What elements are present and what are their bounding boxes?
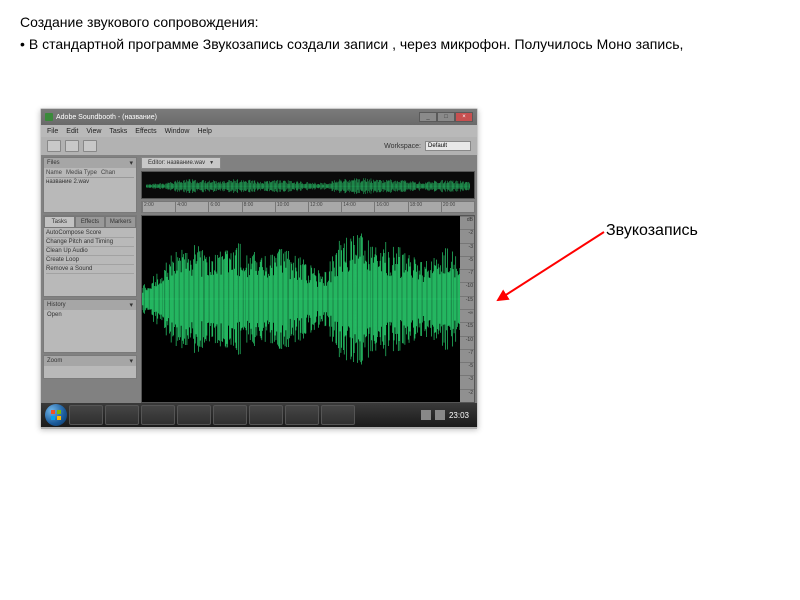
ruler-tick: 6:00 bbox=[208, 202, 241, 212]
db-tick: -3 bbox=[460, 243, 474, 256]
time-ruler[interactable]: 2:00 4:00 6:00 8:00 10:00 12:00 14:00 16… bbox=[141, 201, 475, 213]
app-title: Adobe Soundbooth - (название) bbox=[56, 114, 157, 121]
slide-body-text: В стандартной программе Звукозапись созд… bbox=[29, 34, 683, 54]
taskbar-item[interactable] bbox=[249, 405, 283, 425]
annotation-label: Звукозапись bbox=[606, 222, 698, 240]
menu-view[interactable]: View bbox=[86, 128, 101, 135]
panel-collapse-icon[interactable]: ▾ bbox=[129, 301, 133, 309]
db-tick: -5 bbox=[460, 362, 474, 375]
close-button[interactable]: × bbox=[455, 112, 473, 122]
panel-collapse-icon[interactable]: ▾ bbox=[129, 357, 133, 365]
menu-tasks[interactable]: Tasks bbox=[109, 128, 127, 135]
db-tick: -2 bbox=[460, 389, 474, 402]
list-item[interactable]: Create Loop bbox=[46, 256, 134, 265]
menubar: File Edit View Tasks Effects Window Help bbox=[41, 125, 477, 137]
files-col-name[interactable]: Name bbox=[46, 170, 62, 176]
workspace-label: Workspace: bbox=[384, 143, 421, 150]
tab-markers[interactable]: Markers bbox=[105, 216, 136, 228]
menu-edit[interactable]: Edit bbox=[66, 128, 78, 135]
panel-collapse-icon[interactable]: ▾ bbox=[129, 159, 133, 167]
menu-effects[interactable]: Effects bbox=[135, 128, 156, 135]
tray-icon[interactable] bbox=[435, 410, 445, 420]
tray-icon[interactable] bbox=[421, 410, 431, 420]
tab-effects[interactable]: Effects bbox=[75, 216, 106, 228]
taskbar-item[interactable] bbox=[69, 405, 103, 425]
ruler-tick: 4:00 bbox=[175, 202, 208, 212]
editor-tab-label: Editor: название.wav bbox=[148, 160, 205, 166]
overview-wave-svg bbox=[146, 176, 470, 196]
ruler-tick: 20:00 bbox=[441, 202, 474, 212]
workspace-selector[interactable]: Default bbox=[425, 141, 471, 151]
list-item[interactable]: Change Pitch and Timing bbox=[46, 238, 134, 247]
db-scale: dB -2 -3 -5 -7 -10 -15 -∞ -15 -10 -7 -5 … bbox=[460, 216, 474, 402]
db-tick: -15 bbox=[460, 296, 474, 309]
toolbar-button-1[interactable] bbox=[47, 140, 61, 152]
main-waveform[interactable]: dB -2 -3 -5 -7 -10 -15 -∞ -15 -10 -7 -5 … bbox=[141, 215, 475, 403]
overview-waveform[interactable] bbox=[141, 171, 475, 199]
db-tick: -10 bbox=[460, 336, 474, 349]
ruler-tick: 12:00 bbox=[308, 202, 341, 212]
history-panel: History ▾ Open bbox=[43, 299, 137, 353]
tab-tasks[interactable]: Tasks bbox=[44, 216, 75, 228]
windows-logo-icon bbox=[50, 409, 62, 421]
minimize-button[interactable]: _ bbox=[419, 112, 437, 122]
db-tick: -5 bbox=[460, 256, 474, 269]
db-tick: -7 bbox=[460, 269, 474, 282]
start-button[interactable] bbox=[45, 404, 67, 426]
ruler-tick: 8:00 bbox=[242, 202, 275, 212]
app-icon bbox=[45, 113, 53, 121]
zoom-panel-title: Zoom bbox=[47, 358, 62, 364]
annotation-arrow bbox=[492, 224, 608, 306]
windows-taskbar: 23:03 bbox=[41, 403, 477, 427]
db-tick: -7 bbox=[460, 349, 474, 362]
maximize-button[interactable]: □ bbox=[437, 112, 455, 122]
ruler-tick: 10:00 bbox=[275, 202, 308, 212]
history-item[interactable]: Open bbox=[44, 310, 136, 320]
ruler-tick: 14:00 bbox=[341, 202, 374, 212]
list-item[interactable]: AutoCompose Score bbox=[46, 229, 134, 238]
files-col-type[interactable]: Media Type bbox=[66, 170, 97, 176]
taskbar-item[interactable] bbox=[285, 405, 319, 425]
chevron-down-icon[interactable]: ▼ bbox=[209, 160, 214, 166]
menu-window[interactable]: Window bbox=[165, 128, 190, 135]
app-window: Adobe Soundbooth - (название) _ □ × File… bbox=[40, 108, 478, 428]
menu-file[interactable]: File bbox=[47, 128, 58, 135]
list-item[interactable]: Clean Up Audio bbox=[46, 247, 134, 256]
ruler-tick: 18:00 bbox=[408, 202, 441, 212]
taskbar-item[interactable] bbox=[321, 405, 355, 425]
main-wave-svg bbox=[142, 216, 474, 382]
ruler-tick: 16:00 bbox=[374, 202, 407, 212]
editor-area: Editor: название.wav ▼ 2:00 4:00 6:00 8:… bbox=[139, 155, 477, 405]
slide-text-block: Создание звукового сопровождения: • В ст… bbox=[20, 12, 780, 55]
taskbar-item[interactable] bbox=[213, 405, 247, 425]
files-panel-title: Files bbox=[47, 160, 60, 166]
taskbar-item[interactable] bbox=[141, 405, 175, 425]
zoom-panel: Zoom ▾ bbox=[43, 355, 137, 379]
taskbar-clock[interactable]: 23:03 bbox=[449, 411, 469, 420]
ruler-tick: 2:00 bbox=[142, 202, 175, 212]
db-tick: -2 bbox=[460, 229, 474, 242]
db-tick: dB bbox=[460, 216, 474, 229]
toolbar-button-3[interactable] bbox=[83, 140, 97, 152]
files-col-chan[interactable]: Chan bbox=[101, 170, 115, 176]
menu-help[interactable]: Help bbox=[197, 128, 211, 135]
history-panel-title: History bbox=[47, 302, 66, 308]
editor-file-tab[interactable]: Editor: название.wav ▼ bbox=[141, 157, 221, 169]
app-titlebar[interactable]: Adobe Soundbooth - (название) _ □ × bbox=[41, 109, 477, 125]
db-tick: -10 bbox=[460, 282, 474, 295]
toolbar: Workspace: Default bbox=[41, 137, 477, 155]
db-tick: -15 bbox=[460, 322, 474, 335]
db-tick: -∞ bbox=[460, 309, 474, 322]
list-item[interactable]: Remove a Sound bbox=[46, 265, 134, 274]
taskbar-item[interactable] bbox=[177, 405, 211, 425]
toolbar-button-2[interactable] bbox=[65, 140, 79, 152]
tasks-panel: Tasks Effects Markers AutoCompose Score … bbox=[43, 215, 137, 297]
files-panel: Files ▾ Name Media Type Chan название 2.w… bbox=[43, 157, 137, 213]
taskbar-item[interactable] bbox=[105, 405, 139, 425]
bullet-marker: • bbox=[20, 34, 25, 54]
slide-title: Создание звукового сопровождения: bbox=[20, 12, 780, 32]
files-row[interactable]: название 2.wav bbox=[46, 179, 134, 185]
side-panels: Files ▾ Name Media Type Chan название 2.w… bbox=[41, 155, 139, 405]
db-tick: -3 bbox=[460, 375, 474, 388]
